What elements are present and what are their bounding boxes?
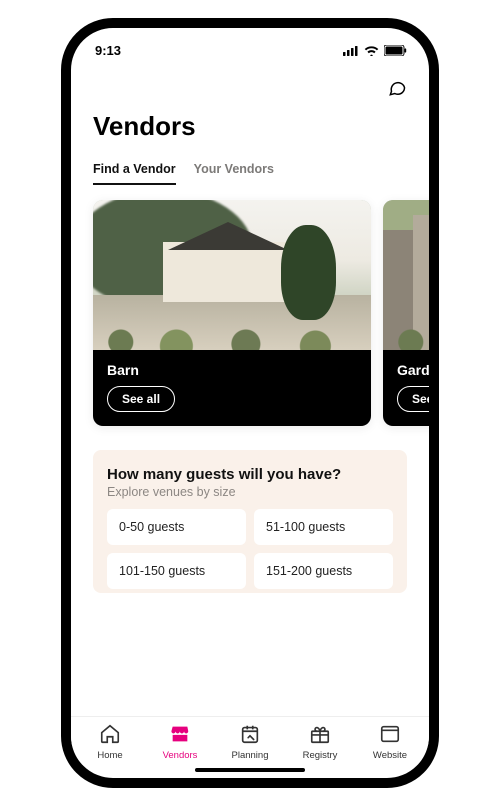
nav-label: Planning (232, 750, 269, 761)
guest-panel-title: How many guests will you have? (107, 466, 393, 483)
cellular-icon (343, 45, 359, 56)
venue-card-title: Garden (397, 362, 429, 378)
status-bar: 9:13 (71, 28, 429, 62)
phone-frame: 9:13 Vendors Find a Vendor Your Vendors (61, 18, 439, 788)
storefront-icon (169, 723, 191, 748)
header-actions (71, 62, 429, 109)
nav-planning[interactable]: Planning (215, 723, 285, 761)
tab-find-vendor[interactable]: Find a Vendor (93, 156, 176, 185)
venue-type-carousel[interactable]: Barn See all Garden See all (71, 186, 429, 442)
clock: 9:13 (95, 43, 121, 58)
guest-options-grid: 0-50 guests 51-100 guests 101-150 guests… (107, 509, 393, 589)
venue-card-image (383, 200, 429, 350)
venue-card-barn[interactable]: Barn See all (93, 200, 371, 426)
wifi-icon (364, 45, 379, 56)
venue-card-image (93, 200, 371, 350)
guest-option-151-200[interactable]: 151-200 guests (254, 553, 393, 589)
see-all-button[interactable]: See all (397, 386, 429, 412)
guest-option-0-50[interactable]: 0-50 guests (107, 509, 246, 545)
guest-option-101-150[interactable]: 101-150 guests (107, 553, 246, 589)
gift-icon (309, 723, 331, 748)
status-icons (343, 45, 407, 56)
battery-icon (384, 45, 407, 56)
guest-panel-subtitle: Explore venues by size (107, 485, 393, 499)
bottom-nav: Home Vendors Planning Registry Website (71, 716, 429, 765)
venue-card-footer: Barn See all (93, 350, 371, 426)
guest-option-51-100[interactable]: 51-100 guests (254, 509, 393, 545)
home-indicator[interactable] (195, 768, 305, 772)
nav-label: Registry (303, 750, 338, 761)
tab-your-vendors[interactable]: Your Vendors (194, 156, 274, 185)
guest-count-panel: How many guests will you have? Explore v… (93, 450, 407, 593)
nav-website[interactable]: Website (355, 723, 425, 761)
vendor-tabs: Find a Vendor Your Vendors (71, 156, 429, 186)
nav-vendors[interactable]: Vendors (145, 723, 215, 761)
nav-label: Vendors (163, 750, 198, 761)
nav-home[interactable]: Home (75, 723, 145, 761)
nav-label: Website (373, 750, 407, 761)
page-title: Vendors (71, 109, 429, 156)
venue-card-footer: Garden See all (383, 350, 429, 426)
planning-icon (239, 723, 261, 748)
venue-card-title: Barn (107, 362, 357, 378)
nav-registry[interactable]: Registry (285, 723, 355, 761)
home-icon (99, 723, 121, 748)
chat-icon[interactable] (387, 78, 407, 103)
website-icon (379, 723, 401, 748)
see-all-button[interactable]: See all (107, 386, 175, 412)
nav-label: Home (97, 750, 122, 761)
venue-card-garden[interactable]: Garden See all (383, 200, 429, 426)
